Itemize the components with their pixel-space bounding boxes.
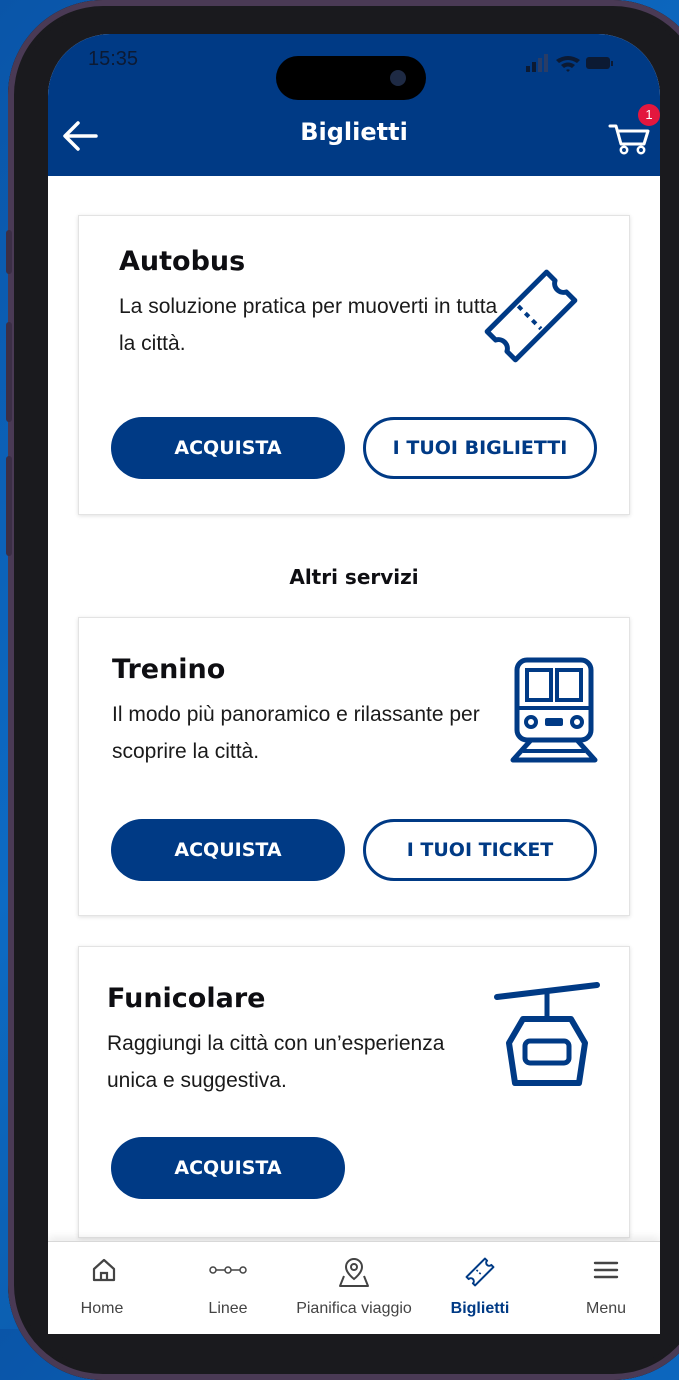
card-title: Funicolare <box>107 983 266 1014</box>
volume-down-button <box>6 456 12 556</box>
card-title: Trenino <box>112 654 226 685</box>
card-trenino: Trenino Il modo più panoramico e rilassa… <box>78 617 630 916</box>
app-header: 15:35 Biglietti 1 <box>48 34 660 176</box>
card-description: La soluzione pratica per muoverti in tut… <box>119 295 498 355</box>
buy-button[interactable]: ACQUISTA <box>111 417 345 479</box>
route-icon <box>209 1266 247 1274</box>
tab-label: Pianifica viaggio <box>296 1300 412 1317</box>
buy-button[interactable]: ACQUISTA <box>111 1137 345 1199</box>
hamburger-icon <box>593 1261 619 1279</box>
cart-count-badge: 1 <box>638 104 660 126</box>
tab-home[interactable]: Home <box>52 1242 152 1334</box>
tab-linee[interactable]: Linee <box>178 1242 278 1334</box>
mute-switch <box>6 230 12 274</box>
dynamic-island <box>276 56 426 100</box>
home-icon <box>92 1258 116 1282</box>
signal-bar <box>544 54 548 72</box>
tab-label: Home <box>80 1300 124 1317</box>
tab-label: Linee <box>208 1300 248 1317</box>
signal-bar <box>532 62 536 72</box>
card-title: Autobus <box>119 246 246 277</box>
tab-menu[interactable]: Menu <box>556 1242 656 1334</box>
bottom-tab-bar: Home Linee Pianifica viaggio Biglietti M… <box>48 1241 660 1334</box>
app-screen: 15:35 Biglietti 1 Autobus La soluzione p… <box>48 34 660 1334</box>
status-time: 15:35 <box>88 48 139 70</box>
front-camera <box>390 70 406 86</box>
battery-icon <box>586 57 610 69</box>
battery-cap <box>611 61 613 66</box>
tab-label: Biglietti <box>450 1300 510 1317</box>
status-icons <box>526 54 613 72</box>
tab-label: Menu <box>585 1300 627 1317</box>
my-tickets-button[interactable]: I TUOI BIGLIETTI <box>363 417 597 479</box>
cart-button[interactable]: 1 <box>608 104 660 160</box>
card-description: Il modo più panoramico e rilassante per … <box>112 703 480 763</box>
wifi-icon <box>556 56 580 72</box>
my-tickets-button[interactable]: I TUOI TICKET <box>363 819 597 881</box>
card-autobus: Autobus La soluzione pratica per muovert… <box>78 215 630 515</box>
section-title: Altri servizi <box>289 565 419 589</box>
ticket-icon <box>484 269 578 363</box>
tab-pianifica-viaggio[interactable]: Pianifica viaggio <box>286 1242 422 1334</box>
main-content: Autobus La soluzione pratica per muovert… <box>48 176 660 1241</box>
train-icon <box>510 657 598 763</box>
volume-up-button <box>6 322 12 422</box>
ticket-icon <box>465 1257 495 1287</box>
tab-biglietti[interactable]: Biglietti <box>430 1242 530 1334</box>
card-description: Raggiungi la città con un’esperienza uni… <box>107 1032 445 1092</box>
map-pin-icon <box>339 1257 369 1287</box>
signal-bar <box>538 58 542 72</box>
buy-button[interactable]: ACQUISTA <box>111 819 345 881</box>
cable-car-icon <box>494 982 600 1086</box>
page-title: Biglietti <box>300 118 408 146</box>
card-funicolare: Funicolare Raggiungi la città con un’esp… <box>78 946 630 1238</box>
signal-bar <box>526 66 530 72</box>
